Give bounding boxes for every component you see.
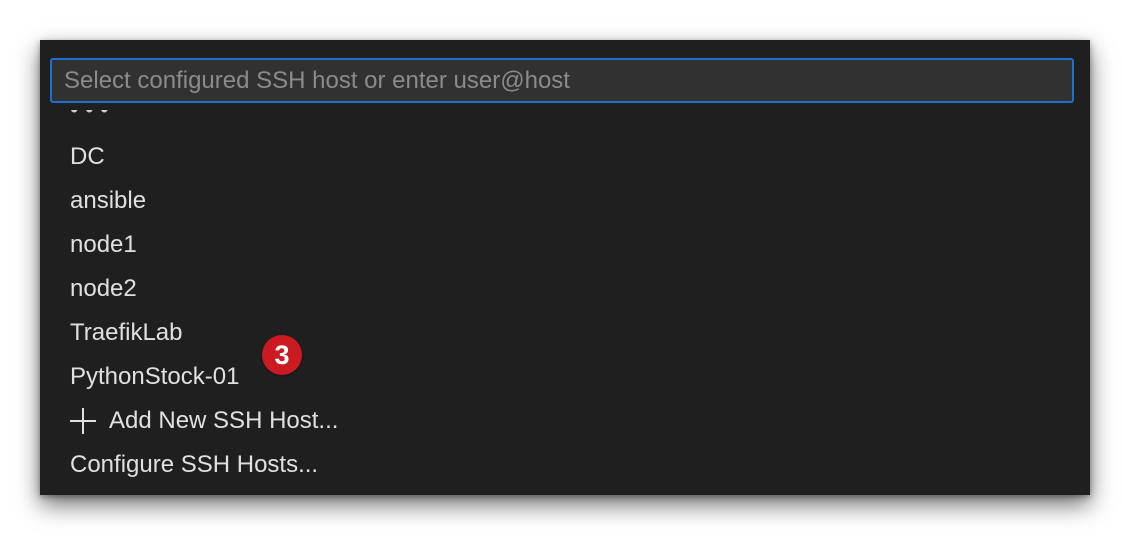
host-item-label: ansible	[70, 187, 147, 214]
host-item-node2[interactable]: node2	[40, 267, 1090, 311]
ssh-host-input[interactable]	[52, 60, 1072, 101]
ssh-host-input-container	[50, 58, 1074, 103]
step-number-badge: 3	[262, 335, 302, 375]
configure-ssh-hosts-item[interactable]: Configure SSH Hosts...	[40, 443, 1090, 487]
host-item-pythonstock-01[interactable]: PythonStock-01	[40, 355, 1090, 399]
plus-icon	[70, 408, 96, 434]
host-item-label: DC	[70, 143, 105, 170]
ssh-host-quick-pick: • • • DC ansible node1 node2 TraefikLab …	[40, 40, 1090, 495]
configure-ssh-hosts-label: Configure SSH Hosts...	[70, 451, 319, 478]
host-item-label: node2	[70, 275, 137, 302]
screenshot-stage: • • • DC ansible node1 node2 TraefikLab …	[0, 0, 1130, 536]
ssh-host-list: DC ansible node1 node2 TraefikLab Python…	[40, 135, 1090, 487]
add-new-ssh-host-label: Add New SSH Host...	[109, 407, 339, 434]
host-item-ansible[interactable]: ansible	[40, 179, 1090, 223]
add-new-ssh-host-item[interactable]: Add New SSH Host...	[40, 399, 1090, 443]
clipped-list-item: • • •	[70, 110, 109, 124]
host-item-label: node1	[70, 231, 137, 258]
host-item-label: PythonStock-01	[70, 363, 240, 390]
host-item-node1[interactable]: node1	[40, 223, 1090, 267]
host-item-traefiklab[interactable]: TraefikLab	[40, 311, 1090, 355]
host-item-dc[interactable]: DC	[40, 135, 1090, 179]
host-item-label: TraefikLab	[70, 319, 183, 346]
clipped-list-item-text: • • •	[70, 110, 109, 122]
